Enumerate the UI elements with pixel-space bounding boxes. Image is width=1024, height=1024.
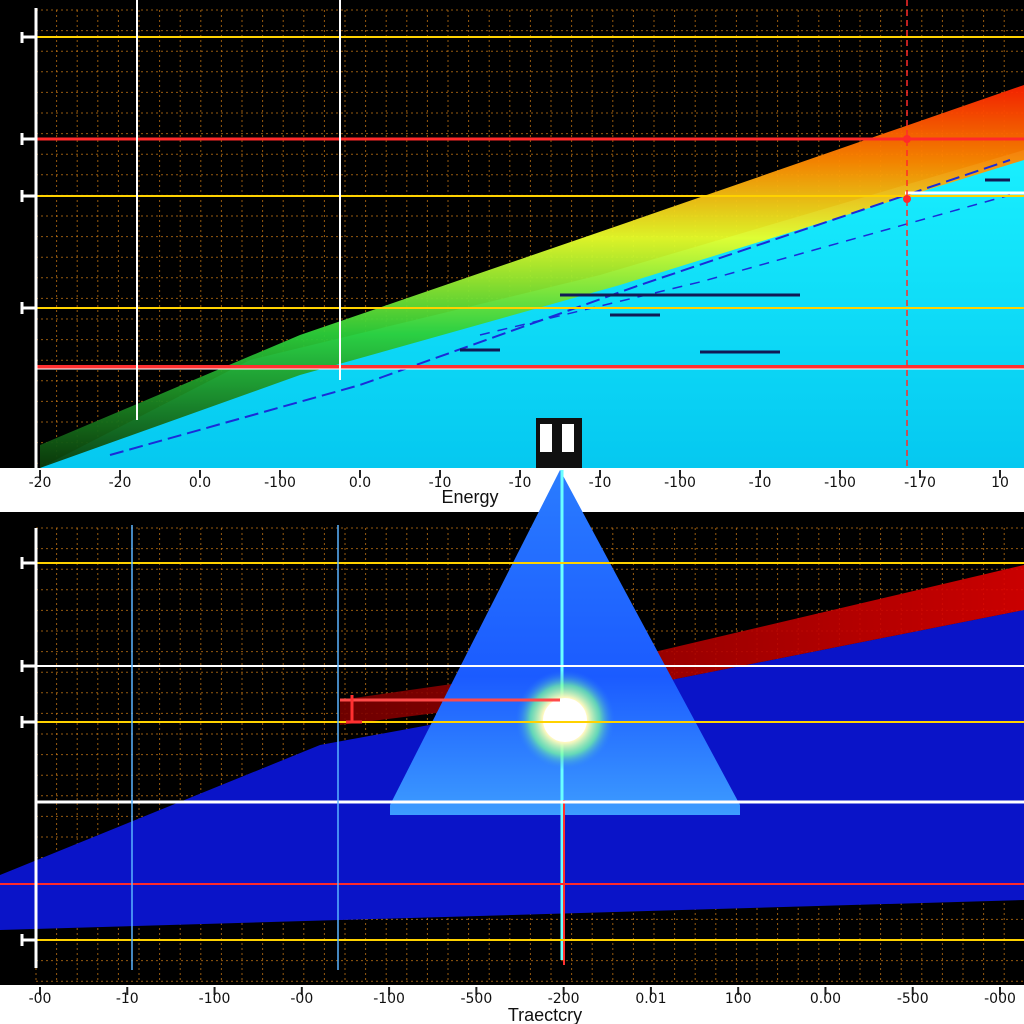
x-tick-label: -100 (824, 475, 856, 491)
top-plot (20, 0, 1024, 468)
chart-figure: -20 -20 0.0 -100 0.0 -10 -10 -10 -100 -10 -100 -170… (0, 0, 1024, 1024)
x-tick-label: 0.0 (349, 475, 371, 491)
x-tick-label: -100 (264, 475, 296, 491)
x-tick-label: -100 (373, 991, 405, 1007)
x-tick-label: -500 (460, 991, 492, 1007)
x-tick-label: -10 (749, 475, 772, 491)
x-tick-label: -10 (116, 991, 139, 1007)
x-tick-label: -500 (897, 991, 929, 1007)
x-tick-label: -20 (109, 475, 132, 491)
x-tick-label: -20 (29, 475, 52, 491)
x-tick-label: 10 (991, 475, 1009, 491)
x-tick-label: -100 (664, 475, 696, 491)
x-tick-label: -10 (589, 475, 612, 491)
bottom-glow-core (543, 698, 587, 742)
x-tick-label: -00 (29, 991, 52, 1007)
x-tick-label: -000 (984, 991, 1016, 1007)
top-marker-2 (903, 195, 911, 203)
top-object-highlight (540, 424, 552, 452)
x-tick-label: -10 (509, 475, 532, 491)
top-marker-1 (903, 135, 911, 143)
x-tick-label: -170 (904, 475, 936, 491)
x-tick-label: 100 (725, 991, 752, 1007)
top-object-highlight-2 (562, 424, 574, 452)
top-y-ticks (20, 32, 36, 314)
top-x-axis-label: Energy (441, 487, 498, 507)
x-tick-label: 0.01 (635, 991, 666, 1007)
bottom-x-axis-label: Traectcry (508, 1005, 582, 1024)
x-tick-label: -100 (199, 991, 231, 1007)
x-tick-label: -00 (290, 991, 313, 1007)
x-tick-label: 0.00 (810, 991, 841, 1007)
x-tick-label: 0.0 (189, 475, 211, 491)
bottom-plot (0, 470, 1024, 970)
